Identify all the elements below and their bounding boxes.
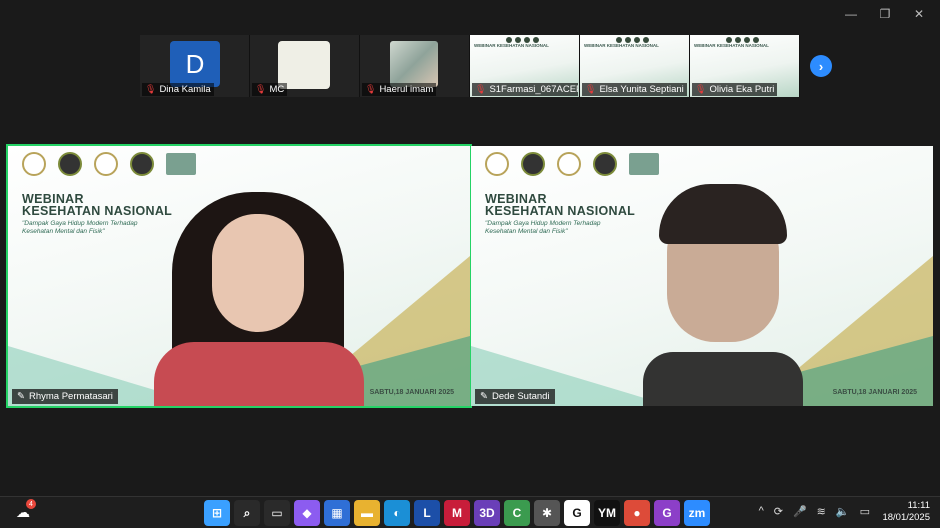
participant-thumb[interactable]: WEBINAR KESEHATAN NASIONAL 🎙 Elsa Yunita … [580, 35, 690, 97]
participant-thumb[interactable]: D 🎙 Dina Kamila [140, 35, 250, 97]
org-logo-icon [94, 152, 118, 176]
pin-icon: ✎ [480, 391, 488, 402]
tools-icon[interactable]: ✱ [534, 500, 560, 526]
mendeley-icon[interactable]: M [444, 500, 470, 526]
avatar [278, 41, 330, 89]
org-logo-icon [58, 152, 82, 176]
participant-video [633, 184, 813, 406]
3d-app-icon[interactable]: 3D [474, 500, 500, 526]
taskbar-apps: ⊞ ⌕ ▭ ◆ ▦ ▬ ◐ L M 3D C ✱ G YM ● Gzm [204, 500, 710, 526]
sync-icon[interactable]: ⟳ [774, 505, 783, 518]
org-logo-icon [521, 152, 545, 176]
participant-thumb[interactable]: WEBINAR KESEHATAN NASIONAL 🎙 S1Farmasi_06… [470, 35, 580, 97]
webinar-logo-icon [166, 153, 196, 175]
l-app-icon[interactable]: L [414, 500, 440, 526]
event-date: SABTU,18 JANUARI 2025 [369, 389, 454, 396]
participant-name-label: ✎ Rhyma Permatasari [12, 389, 118, 404]
participant-name-label: 🎙S1Farmasi_067ACEP-... [472, 83, 578, 96]
event-date: SABTU,18 JANUARI 2025 [832, 389, 917, 396]
notification-badge: 4 [26, 499, 36, 509]
weather-widget[interactable]: ☁ 4 [12, 499, 36, 523]
system-tray: ^ ⟳ 🎤 ≋ 🔈 ▭ [759, 505, 870, 518]
window-controls: — ❐ ✕ [834, 4, 936, 24]
mic-muted-icon: 🎙 [365, 84, 377, 94]
org-logo-icon [130, 152, 154, 176]
webinar-theme: "Dampak Gaya Hidup Modern Terhadap Keseh… [22, 220, 138, 235]
avatar: D [170, 41, 220, 87]
sponsor-logos [22, 152, 196, 176]
participant-name-label: 🎙 Haerul imam [362, 83, 437, 96]
org-logo-icon [557, 152, 581, 176]
avatar [390, 41, 438, 87]
clock-time: 11:11 [907, 500, 930, 511]
clock-date: 18/01/2025 [882, 512, 930, 523]
mic-muted-icon: 🎙 [145, 84, 157, 94]
participant-strip: D 🎙 Dina Kamila 🎙 MC 🎙 Haerul imam WEBINAR … [140, 35, 800, 97]
participant-name-label: 🎙 Elsa Yunita Septiani [582, 83, 687, 96]
participant-thumb[interactable]: WEBINAR KESEHATAN NASIONAL 🎙 Olivia Eka P… [690, 35, 800, 97]
edge-icon[interactable]: ◐ [384, 500, 410, 526]
next-page-button[interactable]: › [810, 55, 832, 77]
microphone-icon[interactable]: 🎤 [793, 505, 807, 518]
windows-taskbar: ☁ 4 ⊞ ⌕ ▭ ◆ ▦ ▬ ◐ L M 3D C ✱ G YM ● Gzm ^ ⟳ 🎤 ≋ 🔈 ▭ 11:11 18… [0, 496, 940, 528]
mic-muted-icon: 🎙 [585, 84, 597, 94]
mic-muted-icon: 🎙 [475, 84, 487, 94]
mic-muted-icon: 🎙 [695, 84, 707, 94]
windows-icon[interactable]: ⊞ [204, 500, 230, 526]
show-hidden-icons-icon[interactable]: ^ [759, 505, 764, 518]
clock[interactable]: 11:11 18/01/2025 [882, 500, 930, 524]
close-icon[interactable]: ✕ [902, 4, 936, 24]
sponsor-logos [485, 152, 659, 176]
university-logo-icon [485, 152, 509, 176]
participant-name-label: ✎ Dede Sutandi [475, 389, 555, 404]
video-tile[interactable]: WEBINAR KESEHATAN NASIONAL "Dampak Gaya … [471, 146, 933, 406]
mic-muted-icon: 🎙 [255, 84, 267, 94]
chrome-icon[interactable]: ● [624, 500, 650, 526]
minimize-icon[interactable]: — [834, 4, 868, 24]
video-tile-speaker[interactable]: WEBINAR KESEHATAN NASIONAL "Dampak Gaya … [6, 144, 472, 408]
participant-thumb[interactable]: 🎙 Haerul imam [360, 35, 470, 97]
g-purple-icon[interactable]: G [654, 500, 680, 526]
search-icon[interactable]: ⌕ [234, 500, 260, 526]
pin-icon: ✎ [17, 391, 25, 402]
participant-name-label: 🎙 Olivia Eka Putri [692, 83, 778, 96]
restore-icon[interactable]: ❐ [868, 4, 902, 24]
wifi-icon[interactable]: ≋ [817, 505, 826, 518]
org-logo-icon [593, 152, 617, 176]
speaker-video [154, 192, 364, 406]
webinar-logo-icon [629, 153, 659, 175]
participant-name-label: 🎙 Dina Kamila [142, 83, 214, 96]
battery-icon[interactable]: ▭ [860, 505, 870, 518]
participant-thumb[interactable]: 🎙 MC [250, 35, 360, 97]
file-explorer-icon[interactable]: ▬ [354, 500, 380, 526]
task-view-icon[interactable]: ▭ [264, 500, 290, 526]
store-icon[interactable]: ▦ [324, 500, 350, 526]
university-logo-icon [22, 152, 46, 176]
zoom-icon[interactable]: zm [684, 500, 710, 526]
capcut-icon[interactable]: C [504, 500, 530, 526]
participant-name-label: 🎙 MC [252, 83, 288, 96]
copilot-icon[interactable]: ◆ [294, 500, 320, 526]
webinar-subtitle: KESEHATAN NASIONAL [22, 204, 173, 218]
ym-app-icon[interactable]: YM [594, 500, 620, 526]
g-app-icon[interactable]: G [564, 500, 590, 526]
volume-icon[interactable]: 🔈 [836, 505, 850, 518]
webinar-subtitle: KESEHATAN NASIONAL [485, 204, 636, 218]
webinar-theme: "Dampak Gaya Hidup Modern Terhadap Keseh… [485, 220, 601, 235]
